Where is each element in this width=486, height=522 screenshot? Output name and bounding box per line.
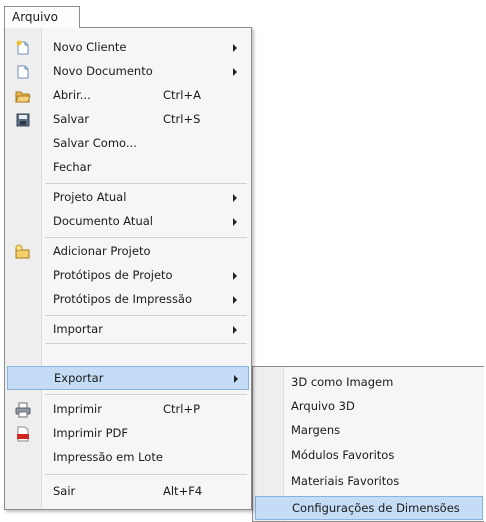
- submenu-item-arquivo-3d[interactable]: Arquivo 3D: [255, 395, 483, 419]
- menu-item-label: Impressão em Lote: [53, 450, 163, 464]
- menu-item-documento-atual[interactable]: Documento Atual: [7, 210, 249, 234]
- menu-item-label: Imprimir PDF: [53, 426, 129, 440]
- save-icon: [15, 112, 31, 128]
- menu-item-label: Imprimir: [53, 402, 102, 416]
- submenu-arrow-icon: [233, 194, 237, 202]
- menu-separator: [45, 474, 247, 475]
- menu-item-sair[interactable]: Sair Alt+F4: [7, 480, 249, 504]
- shortcut-label: Ctrl+A: [163, 88, 201, 102]
- submenu-item-label: Materiais Favoritos: [291, 474, 400, 488]
- menu-arquivo-label: Arquivo: [12, 10, 58, 24]
- menu-separator: [45, 315, 247, 316]
- menu-separator: [45, 394, 247, 395]
- submenu-item-label: Margens: [291, 423, 341, 437]
- menu-item-abrir[interactable]: Abrir... Ctrl+A: [7, 84, 249, 108]
- submenu-item-materiais-favoritos[interactable]: Materiais Favoritos: [255, 470, 483, 494]
- menu-item-label: Salvar Como...: [53, 136, 137, 150]
- menu-item-novo-cliente[interactable]: Novo Cliente: [7, 36, 249, 60]
- menu-item-fechar[interactable]: Fechar: [7, 156, 249, 180]
- menu-item-prototipos-de-impressao[interactable]: Protótipos de Impressão: [7, 288, 249, 312]
- submenu-item-3d-como-imagem[interactable]: 3D como Imagem: [255, 371, 483, 395]
- menu-item-imprimir-pdf[interactable]: Imprimir PDF: [7, 422, 249, 446]
- menu-item-salvar[interactable]: Salvar Ctrl+S: [7, 108, 249, 132]
- shortcut-label: Alt+F4: [163, 484, 203, 498]
- submenu-item-label: Arquivo 3D: [291, 399, 355, 413]
- submenu-arrow-icon: [234, 375, 238, 383]
- pdf-icon: [15, 426, 31, 442]
- new-client-icon: [15, 40, 31, 56]
- menu-item-importar[interactable]: Importar: [7, 318, 249, 342]
- menu-item-adicionar-projeto[interactable]: Adicionar Projeto: [7, 240, 249, 264]
- submenu-item-label: Módulos Favoritos: [291, 448, 395, 462]
- menu-separator: [45, 237, 247, 238]
- menu-item-label: Novo Cliente: [53, 40, 127, 54]
- submenu-item-margens[interactable]: Margens: [255, 419, 483, 443]
- menu-item-novo-documento[interactable]: Novo Documento: [7, 60, 249, 84]
- add-project-icon: [15, 244, 31, 260]
- submenu-arrow-icon: [233, 296, 237, 304]
- printer-icon: [15, 402, 31, 418]
- submenu-arrow-icon: [233, 44, 237, 52]
- menu-item-label: Salvar: [53, 112, 90, 126]
- submenu-arrow-icon: [233, 326, 237, 334]
- submenu-item-modulos-favoritos[interactable]: Módulos Favoritos: [255, 444, 483, 468]
- submenu-item-label: Configurações de Dimensões: [292, 501, 460, 515]
- export-submenu: 3D como Imagem Arquivo 3D Margens Módulo…: [252, 366, 484, 522]
- submenu-arrow-icon: [233, 218, 237, 226]
- menu-item-label: Adicionar Projeto: [53, 244, 151, 258]
- submenu-arrow-icon: [233, 272, 237, 280]
- menu-separator: [45, 343, 247, 344]
- menu-item-salvar-como[interactable]: Salvar Como...: [7, 132, 249, 156]
- menu-item-label: Fechar: [53, 160, 92, 174]
- menu-item-prototipos-de-projeto[interactable]: Protótipos de Projeto: [7, 264, 249, 288]
- open-folder-icon: [15, 88, 31, 104]
- menu-item-label: Protótipos de Projeto: [53, 268, 173, 282]
- shortcut-label: Ctrl+S: [163, 112, 201, 126]
- menu-item-label: Sair: [53, 484, 76, 498]
- menu-item-label: Novo Documento: [53, 64, 153, 78]
- menu-item-exportar[interactable]: Exportar: [7, 366, 249, 390]
- menu-item-label: Projeto Atual: [53, 190, 127, 204]
- submenu-item-configuracoes-de-dimensoes[interactable]: Configurações de Dimensões: [255, 496, 483, 520]
- shortcut-label: Ctrl+P: [163, 402, 201, 416]
- menu-arquivo[interactable]: Arquivo: [4, 6, 80, 28]
- menu-item-projeto-atual[interactable]: Projeto Atual: [7, 186, 249, 210]
- submenu-item-label: 3D como Imagem: [291, 375, 394, 389]
- menu-item-label: Exportar: [54, 371, 104, 385]
- menu-item-label: Documento Atual: [53, 214, 153, 228]
- menu-item-label: Abrir...: [53, 88, 91, 102]
- new-document-icon: [15, 64, 31, 80]
- menu-item-imprimir[interactable]: Imprimir Ctrl+P: [7, 398, 249, 422]
- submenu-arrow-icon: [233, 68, 237, 76]
- menu-item-label: Protótipos de Impressão: [53, 292, 193, 306]
- menu-separator: [45, 183, 247, 184]
- menu-item-label: Importar: [53, 322, 103, 336]
- menu-item-impressao-em-lote[interactable]: Impressão em Lote: [7, 446, 249, 470]
- file-menu-dropdown: Novo Cliente Novo Documento Abrir... Ctr…: [4, 27, 252, 510]
